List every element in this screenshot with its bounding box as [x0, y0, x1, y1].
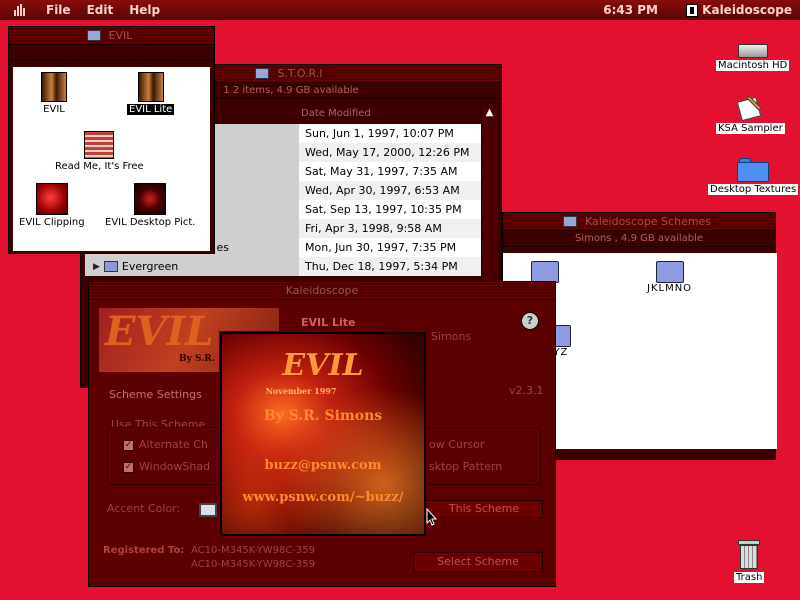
banner-by: By S.R.	[179, 354, 215, 364]
document-brush-icon	[735, 95, 765, 122]
registration-code: AC10-M345K-YW98C-359	[191, 545, 316, 556]
registration-code: AC10-M345K-YW98C-359	[191, 559, 316, 570]
accent-color-swatch[interactable]	[199, 503, 217, 517]
scheme-name: EVIL Lite	[301, 316, 356, 329]
schemes-title-bar[interactable]: Kaleidoscope Schemes	[503, 213, 775, 231]
folder-label: JKLMNO	[647, 283, 693, 294]
row-date: Sat, Sep 13, 1997, 10:35 PM	[299, 200, 481, 219]
registered-to-label: Registered To:	[103, 545, 185, 556]
application-menu[interactable]: Kaleidoscope	[686, 3, 792, 17]
file-icon-evil-clipping[interactable]: EVIL Clipping	[17, 183, 87, 228]
window-info: Simons , 4.9 GB available	[503, 231, 775, 247]
banner-text: EVIL	[105, 308, 214, 355]
scheme-settings-label: Scheme Settings	[109, 388, 202, 401]
row-name: Evergreen	[121, 260, 179, 273]
window-title: EVIL	[104, 29, 137, 42]
about-date: November 1997	[265, 386, 337, 396]
folder-icon	[255, 68, 270, 79]
scheme-author: Simons	[431, 330, 472, 343]
folder-icon	[655, 261, 684, 283]
folder-icon	[531, 261, 559, 283]
row-date: Wed, Apr 30, 1997, 6:53 AM	[299, 181, 481, 200]
disclosure-triangle-icon[interactable]: ▶	[93, 262, 100, 272]
menu-edit[interactable]: Edit	[87, 3, 114, 17]
evil-content: EVIL EVIL Lite Read Me, It's Free EVIL C…	[13, 67, 210, 251]
clipping-icon	[35, 183, 68, 215]
desktop-icon-label: Trash	[734, 572, 765, 583]
readme-document-icon	[84, 131, 115, 159]
evil-title-bar[interactable]: EVIL	[9, 27, 214, 45]
alternate-label: Alternate Ch	[139, 438, 208, 451]
menu-clock[interactable]: 6:43 PM	[603, 3, 658, 17]
cursor-label: ow Cursor	[429, 438, 485, 451]
help-button-icon[interactable]: ?	[521, 312, 539, 330]
hard-disk-icon	[737, 44, 768, 58]
about-author: By S.R. Simons	[263, 408, 383, 424]
file-icon-evil[interactable]: EVIL	[41, 72, 67, 115]
desktop-icon-label: KSA Sampler	[716, 123, 785, 134]
window-title: S.T.O.R.I	[273, 67, 327, 80]
about-title: EVIL	[282, 348, 364, 383]
table-row[interactable]: ▶ Evergreen Thu, Dec 18, 1997, 5:34 PM	[85, 257, 481, 276]
row-date: Thu, Dec 18, 1997, 5:34 PM	[299, 257, 481, 276]
kaleidoscope-scheme-icon	[41, 72, 67, 102]
apple-menu-icon[interactable]	[14, 3, 30, 16]
desktop-icon-desktop-textures[interactable]: Desktop Textures	[708, 156, 799, 195]
file-icon-evil-lite[interactable]: EVIL Lite	[127, 72, 175, 115]
folder-icon	[86, 30, 101, 41]
accent-color-label: Accent Color:	[107, 502, 181, 515]
file-label: EVIL Lite	[127, 104, 175, 115]
window-title: Kaleidoscope Schemes	[580, 215, 716, 228]
kaleidoscope-app-icon	[686, 3, 699, 17]
windowshade-label: WindowShad	[139, 460, 211, 473]
kaleidoscope-scheme-icon	[137, 72, 164, 102]
desktop-pattern-label: sktop Pattern	[429, 460, 503, 473]
trash-icon	[736, 540, 762, 570]
folder-icon	[562, 216, 577, 227]
row-name-cell: ▶ Evergreen	[85, 257, 299, 276]
row-date: Sun, Jun 1, 1997, 10:07 PM	[299, 124, 481, 143]
folder-icon	[103, 261, 118, 272]
file-icon-readme[interactable]: Read Me, It's Free	[53, 131, 146, 172]
row-date: Sat, May 31, 1997, 7:35 AM	[299, 162, 481, 181]
column-date-modified[interactable]: Date Modified	[301, 108, 371, 119]
menu-help[interactable]: Help	[129, 3, 160, 17]
desktop-icon-macintosh-hd[interactable]: Macintosh HD	[716, 40, 790, 71]
file-label: EVIL Desktop Pict.	[105, 217, 196, 228]
about-splash[interactable]: EVIL November 1997 By S.R. Simons buzz@p…	[220, 332, 426, 536]
use-this-scheme-button[interactable]: This Scheme	[425, 500, 543, 518]
about-url: www.psnw.com/~buzz/	[242, 490, 404, 505]
row-date: Wed, May 17, 2000, 12:26 PM	[299, 143, 481, 162]
scroll-up-arrow-icon[interactable]: ▲	[482, 107, 497, 118]
folder-icon	[737, 158, 770, 182]
desktop-icon-label: Macintosh HD	[716, 60, 790, 71]
file-label: EVIL Clipping	[19, 217, 85, 228]
evil-window: EVIL EVIL EVIL Lite Read Me, It's Free E…	[8, 26, 215, 254]
desktop-icon-trash[interactable]: Trash	[734, 540, 765, 583]
desktop-icon-label: Desktop Textures	[708, 184, 799, 195]
window-title: Kaleidoscope	[281, 284, 363, 297]
file-label: Read Me, It's Free	[55, 161, 144, 172]
application-menu-label: Kaleidoscope	[702, 3, 792, 17]
scheme-folder-jklmno[interactable]: JKLMNO	[647, 261, 692, 294]
file-label: EVIL	[43, 104, 65, 115]
row-date: Fri, Apr 3, 1998, 9:58 AM	[299, 219, 481, 238]
windowshade-checkbox[interactable]: ✓	[123, 462, 134, 473]
picture-icon	[134, 183, 167, 215]
alternate-checkbox[interactable]: ✓	[123, 440, 134, 451]
about-email: buzz@psnw.com	[264, 458, 382, 473]
select-scheme-button[interactable]: Select Scheme	[413, 552, 543, 572]
kaleidoscope-title-bar[interactable]: Kaleidoscope	[89, 282, 555, 300]
desktop-icon-ksa-sampler[interactable]: KSA Sampler	[716, 95, 785, 134]
menu-bar: File Edit Help 6:43 PM Kaleidoscope	[0, 0, 800, 20]
version-label: v2.3.1	[509, 384, 544, 397]
file-icon-evil-desktop-pict[interactable]: EVIL Desktop Pict.	[103, 183, 197, 228]
window-info	[9, 45, 214, 61]
menu-file[interactable]: File	[46, 3, 71, 17]
row-date: Mon, Jun 30, 1997, 7:35 PM	[299, 238, 481, 257]
